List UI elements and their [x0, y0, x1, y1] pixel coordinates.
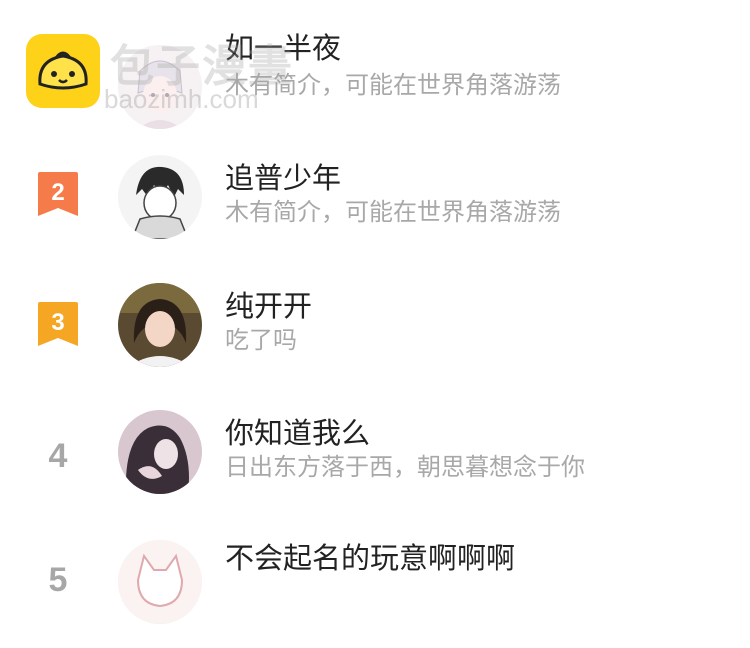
rank-number: 2 [51, 179, 64, 206]
rank-number: 5 [48, 561, 68, 599]
avatar[interactable] [118, 155, 202, 239]
rank-number: 4 [48, 437, 68, 475]
avatar[interactable] [118, 410, 202, 494]
rank-badge-icon: 2 [36, 170, 80, 216]
avatar[interactable] [118, 540, 202, 624]
avatar[interactable] [118, 283, 202, 367]
list-item[interactable]: 5 不会起名的玩意啊啊啊 [0, 538, 750, 648]
user-name[interactable]: 你知道我么 [225, 415, 370, 451]
list-item[interactable]: 3 纯开开 吃了吗 [0, 280, 750, 390]
watermark-url: baozimh.com [104, 84, 259, 114]
user-name[interactable]: 不会起名的玩意啊啊啊 [225, 540, 515, 576]
rank-badge-icon: 3 [36, 300, 80, 346]
user-bio: 日出东方落于西，朝思暮想念于你 [225, 453, 585, 481]
leaderboard-list: 如一半夜 木有简介，可能在世界角落游荡 包子漫畫 baozimh.com 2 追… [0, 0, 750, 624]
app-logo [26, 34, 100, 108]
user-name[interactable]: 纯开开 [225, 288, 312, 324]
user-bio: 木有简介，可能在世界角落游荡 [225, 198, 561, 226]
list-item[interactable]: 4 你知道我么 日出东方落于西，朝思暮想念于你 [0, 410, 750, 520]
user-name[interactable]: 追普少年 [225, 160, 341, 196]
list-item[interactable]: 2 追普少年 木有简介，可能在世界角落游荡 [0, 150, 750, 260]
rank-number: 3 [51, 309, 64, 336]
user-bio: 吃了吗 [225, 326, 297, 354]
